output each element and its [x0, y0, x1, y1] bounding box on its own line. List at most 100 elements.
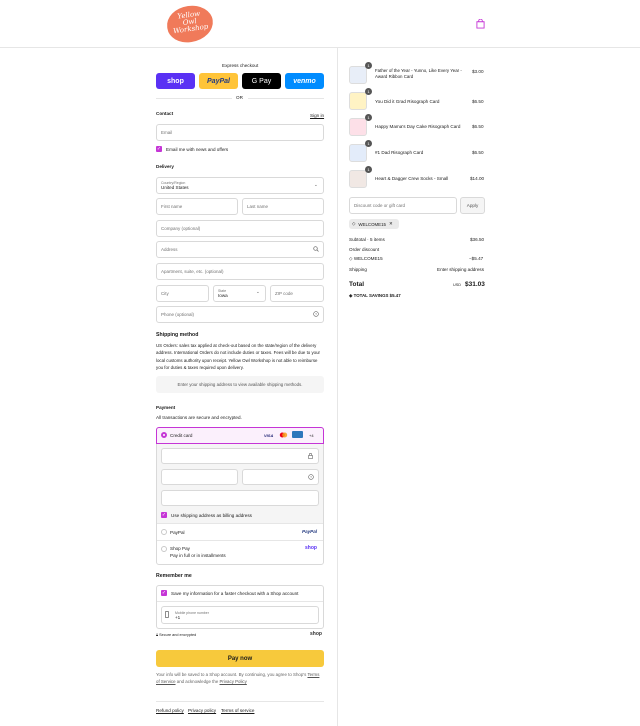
privacy-policy-link[interactable]: Privacy policy — [188, 708, 216, 713]
product-thumbnail — [349, 92, 367, 110]
lock-icon — [308, 453, 313, 459]
payment-subtitle: All transactions are secure and encrypte… — [156, 415, 242, 420]
shopping-bag-icon[interactable] — [476, 19, 485, 29]
product-thumbnail — [349, 170, 367, 188]
paypal-button[interactable]: PayPal — [199, 73, 238, 89]
city-placeholder: City — [161, 291, 169, 296]
shipping-placeholder: Enter your shipping address to view avai… — [156, 376, 324, 393]
shipping-label: Shipping — [349, 267, 367, 272]
tag-icon: ◇ — [352, 221, 356, 226]
search-icon — [313, 246, 319, 252]
quantity-badge: 1 — [365, 140, 372, 147]
terms-of-service-link[interactable]: Terms of service — [221, 708, 254, 713]
subtotal-label: Subtotal · 5 items — [349, 237, 385, 242]
news-checkbox[interactable]: ✓ — [156, 146, 162, 152]
news-label: Email me with news and offers — [166, 147, 229, 152]
address-placeholder: Address — [161, 247, 178, 252]
remove-discount-icon[interactable]: ✕ — [389, 221, 393, 227]
shipping-value: Enter shipping address — [437, 267, 484, 272]
paypal-label: PayPal — [170, 530, 185, 535]
mobile-phone-field[interactable]: Mobile phone number +1 — [161, 606, 319, 624]
total-savings: ◈ TOTAL SAVINGS $5.47 — [349, 293, 401, 298]
refund-policy-link[interactable]: Refund policy — [156, 708, 184, 713]
discount-code-text: WELCOME15 — [353, 256, 383, 261]
card-number-field[interactable] — [161, 448, 319, 464]
or-divider-right — [248, 98, 324, 99]
product-thumbnail — [349, 144, 367, 162]
shop-logo: shop — [305, 545, 317, 551]
legal-text: Your info will be saved to a Shop accoun… — [156, 672, 324, 685]
apartment-field[interactable]: Apartment, suite, etc. (optional) — [156, 263, 324, 280]
or-divider-left — [156, 98, 232, 99]
total-label: Total — [349, 281, 365, 288]
help-icon[interactable]: ? — [308, 474, 314, 480]
total-savings-value: $5.47 — [389, 293, 401, 298]
column-divider — [337, 48, 338, 726]
product-thumbnail — [349, 66, 367, 84]
email-placeholder: Email — [161, 130, 173, 135]
address-field[interactable]: Address — [156, 241, 324, 258]
shop-pay-radio[interactable] — [161, 546, 167, 552]
company-placeholder: Company (optional) — [161, 226, 201, 231]
secure-label: 🔒︎ Secure and encrypted — [156, 633, 197, 637]
name-on-card-field[interactable] — [161, 490, 319, 506]
expiration-field[interactable] — [161, 469, 238, 485]
shop-pay-label: Shop Pay — [170, 546, 190, 551]
chevron-down-icon: ⌄ — [314, 182, 318, 187]
discount-code-row: ◇ WELCOME15 — [349, 256, 383, 261]
google-pay-button[interactable]: G Pay — [242, 73, 281, 89]
subtotal-value: $36.50 — [470, 237, 485, 242]
last-name-field[interactable]: Last name — [242, 198, 324, 215]
shop-pay-subtitle: Pay in full or in installments — [170, 553, 226, 558]
product-name: #1 Dad Risograph Card — [375, 150, 424, 155]
save-info-checkbox[interactable]: ✓ — [161, 590, 167, 596]
zip-field[interactable]: ZIP code — [270, 285, 324, 302]
first-name-field[interactable]: First name — [156, 198, 238, 215]
sign-in-link[interactable]: Sign in — [310, 113, 324, 118]
credit-card-label: Credit card — [170, 433, 193, 438]
express-checkout-label: Express checkout — [222, 63, 259, 68]
country-select[interactable]: Country/Region United States — [156, 177, 324, 194]
product-price: $14.00 — [470, 176, 485, 181]
privacy-link[interactable]: Privacy Policy — [220, 679, 247, 684]
logo[interactable]: Yellow Owl Workshop — [164, 2, 216, 46]
product-price: $6.50 — [472, 99, 484, 104]
city-field[interactable]: City — [156, 285, 209, 302]
company-field[interactable]: Company (optional) — [156, 220, 324, 237]
chevron-down-icon: ⌄ — [256, 289, 260, 294]
discount-placeholder: Discount code or gift card — [354, 203, 406, 208]
billing-checkbox[interactable]: ✓ — [161, 512, 167, 518]
divider — [157, 540, 323, 541]
divider — [157, 601, 323, 602]
venmo-button[interactable]: venmo — [285, 73, 324, 89]
last-name-placeholder: Last name — [247, 204, 269, 209]
product-price: $6.50 — [472, 150, 484, 155]
product-name: You Did it Grad Risograph Card — [375, 99, 440, 104]
shop-pay-button[interactable]: shop — [156, 73, 195, 89]
product-name: Happy Mama's Day Cake Risograph Card — [375, 124, 461, 129]
discount-tag: ◇ WELCOME15 ✕ — [349, 219, 399, 229]
visa-icon: VISA — [264, 433, 274, 438]
discount-code-field[interactable]: Discount code or gift card — [349, 197, 457, 214]
shop-logo: shop — [310, 631, 322, 637]
pay-now-button[interactable]: Pay now — [156, 650, 324, 667]
amex-icon — [292, 431, 303, 438]
mastercard-icon — [279, 432, 288, 438]
phone-placeholder: Phone (optional) — [161, 312, 195, 317]
legal-mid: and acknowledge the — [176, 678, 219, 684]
product-name: Father of the Year - Yunno, Like Every Y… — [375, 68, 462, 80]
phone-icon — [165, 611, 169, 618]
footer-divider — [156, 701, 324, 702]
phone-field[interactable]: Phone (optional) — [156, 306, 324, 323]
email-field[interactable]: Email — [156, 124, 324, 141]
shipping-note: US Orders: sales tax applied at check-ou… — [156, 343, 321, 371]
product-price: $6.50 — [472, 124, 484, 129]
product-thumbnail — [349, 118, 367, 136]
quantity-badge: 1 — [365, 166, 372, 173]
zip-placeholder: ZIP code — [275, 291, 293, 296]
paypal-radio[interactable] — [161, 529, 167, 535]
mobile-phone-value: +1 — [175, 614, 181, 620]
credit-card-radio[interactable] — [161, 432, 167, 438]
help-icon[interactable]: ? — [313, 311, 319, 317]
apply-button[interactable]: Apply — [460, 197, 485, 214]
